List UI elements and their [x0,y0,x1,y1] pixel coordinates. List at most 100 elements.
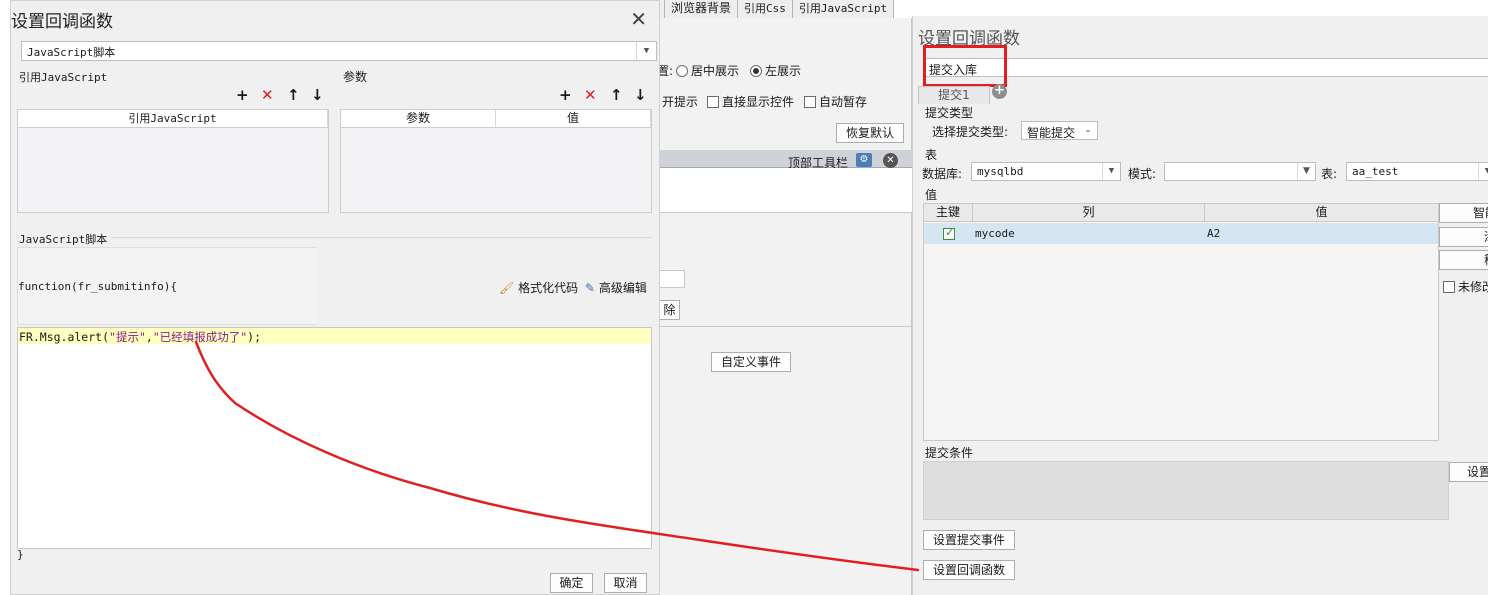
arrow-up-icon[interactable]: ↑ [610,87,623,103]
format-code-label: 格式化代码 [518,281,579,295]
code-comma: , [145,330,153,344]
unmodified-label: 未修改 [1458,280,1488,294]
function-signature-box: function(fr_submitinfo){ [17,247,317,325]
set-callback-button[interactable]: 设置回调函数 [923,560,1015,580]
bg-preview-area [660,168,912,212]
row-value-value: A2 [1207,227,1221,240]
ref-js-column-header: 引用JavaScript [18,110,328,128]
custom-event-button[interactable]: 自定义事件 [711,352,791,372]
close-icon[interactable]: ✕ [630,7,647,31]
top-toolbar-bar [660,150,912,168]
database-value: mysqlbd [977,165,1024,178]
chevron-down-icon: ▼ [636,42,656,60]
table-value: aa_test [1352,165,1399,178]
submit-name-input[interactable]: 提交入库 [923,58,1488,77]
script-type-select[interactable]: JavaScript脚本 ▼ [21,41,657,61]
chevron-down-icon: ▼ [1102,163,1120,180]
bg-tab-ref-js[interactable]: 引用JavaScript [792,0,895,18]
value-section: 值 [925,188,938,202]
radio-left-label: 左展示 [765,64,802,78]
radio-center-display[interactable]: 居中展示 [676,62,739,79]
submit-type-section: 提交类型 [925,106,974,120]
table-section: 表 [925,148,938,162]
ok-button[interactable]: 确定 [550,573,593,593]
add-icon[interactable]: + [236,87,249,103]
radio-center-label: 居中展示 [691,64,740,78]
closing-brace: } [17,548,24,561]
arrow-down-icon[interactable]: ↓ [634,87,647,103]
add-label: 添 [1484,228,1488,246]
chk-direct-label: 直接显示控件 [722,95,795,109]
add-button[interactable]: 添 [1439,227,1488,247]
chevron-down-icon: ▼ [1478,163,1488,180]
table-label: 表: [1321,167,1338,181]
close-circle-icon[interactable]: ✕ [883,153,898,168]
bg-divider-2 [660,326,912,327]
delete-button-fragment[interactable]: 除 [660,300,680,320]
unmodified-checkbox[interactable]: 未修改 [1443,278,1488,295]
bg-tab-strip: 置 浏览器背景 引用Css 引用JavaScript [640,0,895,18]
cancel-button[interactable]: 取消 [604,573,647,593]
advanced-edit-label: 高级编辑 [598,281,647,295]
highlight-box [923,45,1007,87]
smart-add-button[interactable]: 智能 [1439,203,1488,223]
radio-left-display[interactable]: 左展示 [750,62,801,79]
table-select[interactable]: aa_test ▼ [1346,162,1488,181]
delete-icon[interactable]: ✕ [261,87,274,103]
left-callback-dialog: 设置回调函数 ✕ JavaScript脚本 ▼ 引用JavaScript 参数 … [10,0,660,595]
radio-left-icon [750,65,762,77]
table-row[interactable]: mycode A2 [924,223,1438,244]
advanced-edit-button[interactable]: ✎ 高级编辑 [585,279,647,296]
code-suffix: ); [247,330,262,344]
smart-add-label: 智能 [1473,206,1488,220]
select-submit-type-label: 选择提交类型: [932,125,1009,139]
remove-button[interactable]: 移 [1439,250,1488,270]
ref-js-table: 引用JavaScript [17,109,329,213]
restore-default-button[interactable]: 恢复默认 [836,123,904,143]
mode-label: 模式: [1128,167,1157,181]
script-label: JavaScript脚本 [19,231,112,247]
code-line: FR.Msg.alert("提示","已经填报成功了"); [19,329,261,345]
function-signature: function(fr_submitinfo){ [18,280,177,293]
bg-tab-ref-css[interactable]: 引用Css [738,0,793,18]
chevron-down-icon: ▼ [1297,163,1315,180]
col-header-column: 列 [973,204,1205,222]
condition-section: 提交条件 [925,446,974,460]
condition-area[interactable] [923,461,1449,520]
set-submit-event-button[interactable]: 设置提交事件 [923,530,1015,550]
brush-icon: 🖌 [499,281,515,295]
chk-auto-save[interactable]: 自动暂存 [804,93,867,110]
arrow-up-icon[interactable]: ↑ [287,87,300,103]
code-string-message: "已经填报成功了" [152,330,248,344]
left-dialog-title: 设置回调函数 [11,12,113,32]
condition-set-label: 设置 [1467,465,1488,479]
ref-js-label: 引用JavaScript [19,71,108,84]
gear-icon[interactable]: ⚙ [856,153,872,167]
submit-type-select[interactable]: 智能提交 ⌄ [1021,121,1098,140]
col-header-value: 值 [1205,204,1438,222]
format-code-button[interactable]: 🖌 格式化代码 [499,279,578,296]
bg-tab-browser-background[interactable]: 浏览器背景 [665,0,739,18]
mode-select[interactable]: ▼ [1164,162,1316,181]
edit-icon: ✎ [585,281,596,295]
primary-key-checkbox[interactable] [943,226,955,240]
database-select[interactable]: mysqlbd ▼ [971,162,1121,181]
checkbox-icon [804,96,816,108]
code-call: FR.Msg.alert( [19,330,110,344]
bg-divider [660,212,912,213]
code-editor[interactable]: FR.Msg.alert("提示","已经填报成功了"); [17,327,652,549]
chk-direct-show-control[interactable]: 直接显示控件 [707,93,794,110]
divider [17,237,652,238]
params-table: 参数 值 [340,109,652,213]
bg-input-fragment[interactable] [660,270,685,288]
add-icon[interactable]: + [559,87,572,103]
condition-set-button[interactable]: 设置 [1449,462,1488,482]
delete-icon[interactable]: ✕ [584,87,597,103]
chk-autosave-label: 自动暂存 [819,95,868,109]
tab-submit-1[interactable]: 提交1 [918,86,990,104]
param-column-header: 参数 [341,110,496,128]
value-grid: 主键 列 值 mycode A2 [923,203,1439,441]
row-column-value: mycode [975,227,1015,240]
add-tab-icon[interactable]: + [992,84,1007,99]
arrow-down-icon[interactable]: ↓ [311,87,324,103]
